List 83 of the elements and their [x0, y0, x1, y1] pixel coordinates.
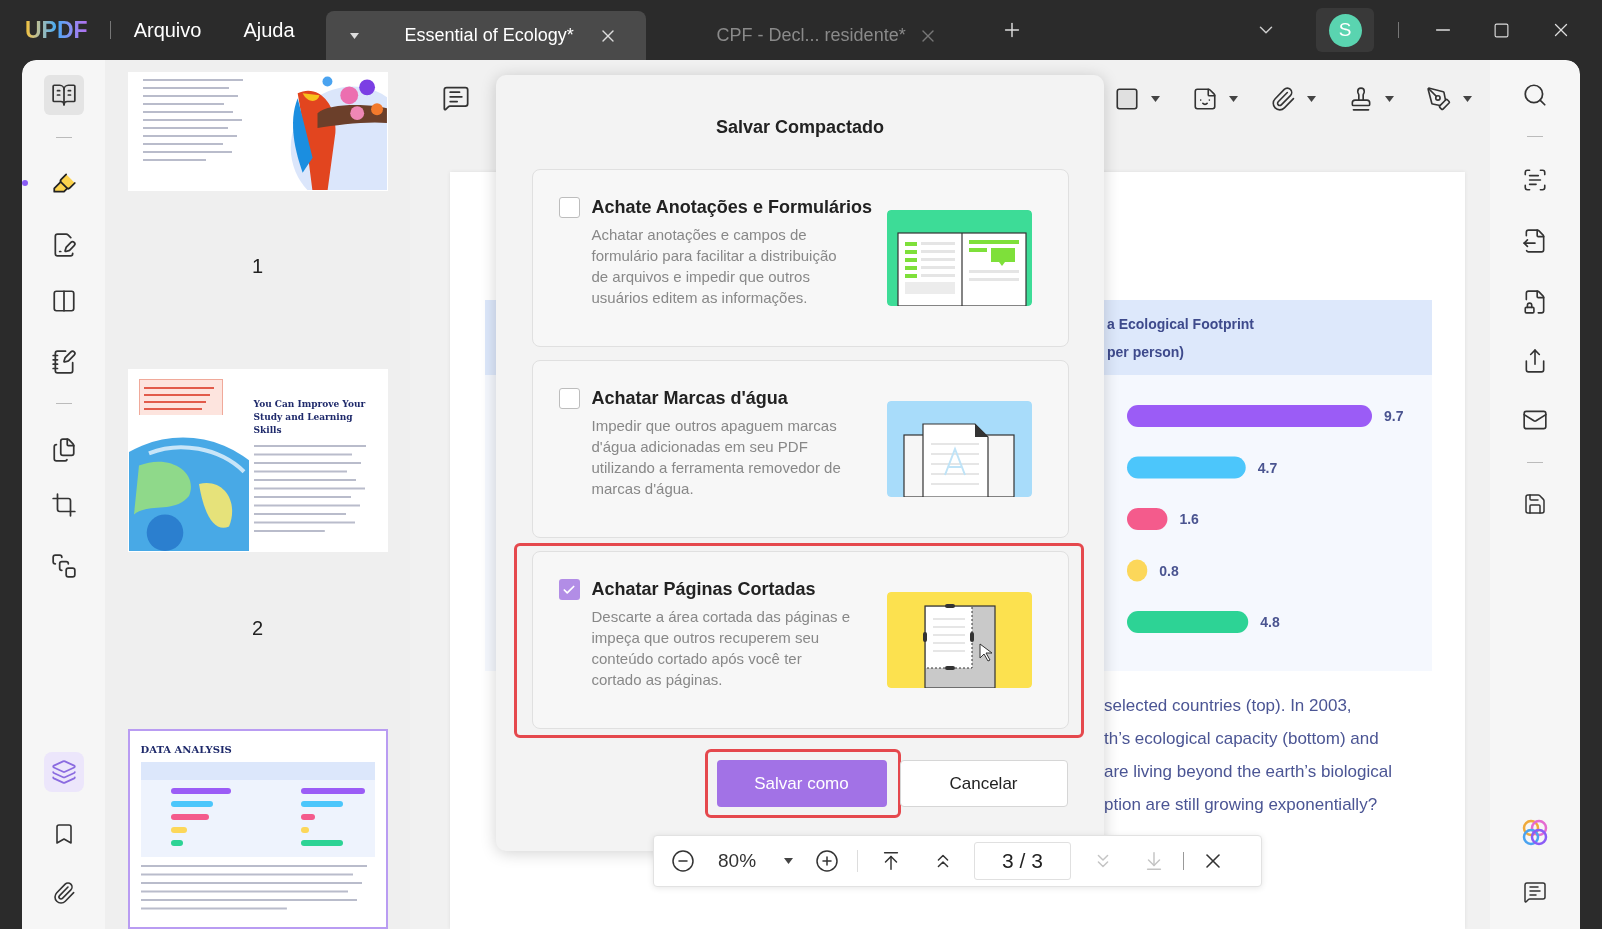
value-label: 4.7 — [1257, 459, 1278, 476]
stack-icon — [50, 553, 77, 579]
option-card[interactable]: Achate Anotações e Formulários Achatar anotações e campos de formulário para facilitar a distribuição de arquivos e impedir que outros usuários editem as informações. — [531, 169, 1069, 347]
maximize-icon[interactable] — [1493, 21, 1510, 39]
mini-bar — [170, 814, 209, 820]
document-tab[interactable]: Essential of Ecology* — [325, 11, 646, 60]
bar — [1127, 508, 1168, 530]
option-title: Achatar Páginas Cortadas — [591, 578, 817, 600]
value-label: 1.6 — [1179, 511, 1199, 527]
zoom-in-icon — [815, 849, 840, 873]
page-thumbnail[interactable]: DATA ANALYSIS — [127, 729, 388, 929]
caret-icon[interactable] — [1229, 96, 1238, 102]
page-indicator[interactable]: 3 / 3 — [974, 842, 1072, 880]
ai-logo-icon — [1521, 819, 1549, 847]
chart-title: a Ecological Footprint — [1107, 314, 1255, 333]
page-thumbnail[interactable] — [127, 72, 388, 191]
mini-bar — [300, 788, 365, 794]
mini-bar — [170, 801, 213, 807]
zoom-caret-icon[interactable] — [784, 858, 794, 864]
option-title: Achate Anotações e Formulários — [591, 196, 873, 218]
checkbox[interactable] — [558, 579, 580, 600]
layers-icon — [50, 759, 77, 785]
option-card[interactable]: Achatar Páginas Cortadas Descarte a área cortada das páginas e impeça que outros recuperem seu conteúdo cortado após você ter cortado as páginas. — [531, 551, 1069, 729]
comment-icon — [442, 84, 470, 112]
caret-icon[interactable] — [1463, 96, 1472, 102]
thumbnail-heading: You Can Improve Your Study and Learning Skills — [253, 398, 367, 437]
value-label: 0.8 — [1159, 562, 1179, 579]
paperclip-icon — [1270, 86, 1296, 112]
chart-title: per person) — [1107, 342, 1185, 361]
option-title: Achatar Marcas d'água — [591, 387, 789, 409]
shape-icon — [1114, 86, 1140, 112]
caret-icon[interactable] — [1385, 96, 1394, 102]
cancel-button[interactable]: Cancelar — [899, 760, 1068, 807]
mini-bar — [300, 840, 343, 846]
mini-bar — [300, 827, 309, 833]
dialog-title: Salvar Compactado — [715, 116, 885, 139]
zoom-level[interactable]: 80% — [718, 846, 757, 876]
document-tab[interactable]: CPF - Decl... residente* — [645, 11, 966, 60]
paperclip-icon — [51, 881, 76, 905]
paragraph-line: selected countries (top). In 2003, — [1104, 695, 1353, 717]
tab-menu-caret-icon — [349, 32, 359, 39]
mini-bar — [170, 840, 183, 846]
sticker-icon — [1192, 86, 1218, 112]
checkbox[interactable] — [558, 388, 580, 409]
pen-icon — [1426, 86, 1452, 112]
mini-bar — [300, 801, 343, 807]
zoom-out-icon — [671, 849, 695, 873]
tab-title: Essential of Ecology* — [404, 24, 574, 47]
option-description: Impedir que outros apaguem marcas d'água adicionadas em seu PDF utilizando a ferramenta removedor de marcas d'água. — [591, 416, 842, 499]
mini-bar — [170, 788, 231, 794]
columns-icon — [50, 288, 77, 314]
menu-item[interactable]: Ajuda — [243, 15, 295, 45]
tab-title: CPF - Decl... residente* — [716, 24, 906, 47]
comment-icon — [1523, 880, 1547, 904]
caret-icon[interactable] — [1151, 96, 1160, 102]
option-description: Achatar anotações e campos de formulário para facilitar a distribuição de arquivos e impedir que outros usuários editem as informações. — [591, 225, 838, 308]
tool-button[interactable] — [43, 75, 84, 115]
layers-button[interactable] — [43, 752, 84, 792]
menu-item[interactable]: Arquivo — [133, 15, 202, 45]
crop-icon — [50, 492, 77, 518]
ocr-icon — [1522, 167, 1548, 193]
bar — [1127, 559, 1148, 582]
mini-bar — [170, 827, 187, 833]
checkbox[interactable] — [558, 197, 580, 218]
paragraph-line: th’s ecological capacity (bottom) and — [1104, 728, 1380, 750]
notebook-pen-icon — [50, 349, 77, 375]
zoom-out-button[interactable] — [669, 847, 697, 875]
paragraph-line: are living beyond the earth’s biological — [1104, 761, 1393, 783]
page-number: 2 — [251, 616, 264, 640]
mini-bar — [300, 814, 315, 820]
pages-icon — [50, 437, 77, 463]
search-icon — [1522, 82, 1548, 108]
thumbnail-heading: DATA ANALYSIS — [140, 743, 233, 757]
page-thumbnail[interactable]: You Can Improve Your Study and Learning Skills — [127, 369, 388, 552]
page-number: 1 — [251, 254, 264, 278]
save-icon — [1523, 492, 1547, 516]
value-label: 4.8 — [1260, 614, 1280, 630]
option-card[interactable]: Achatar Marcas d'água Impedir que outros apaguem marcas d'água adicionadas em seu PDF utilizando a ferramenta removedor de marcas d'água. — [531, 360, 1069, 538]
paragraph-line: ption are still growing exponentially? — [1104, 794, 1379, 816]
caret-icon[interactable] — [1307, 96, 1316, 102]
reader-icon — [50, 82, 77, 108]
option-description: Descarte a área cortada das páginas e impeça que outros recuperem seu conteúdo cortado após você ter cortado as páginas. — [591, 607, 851, 690]
value-label: 9.7 — [1384, 408, 1404, 424]
